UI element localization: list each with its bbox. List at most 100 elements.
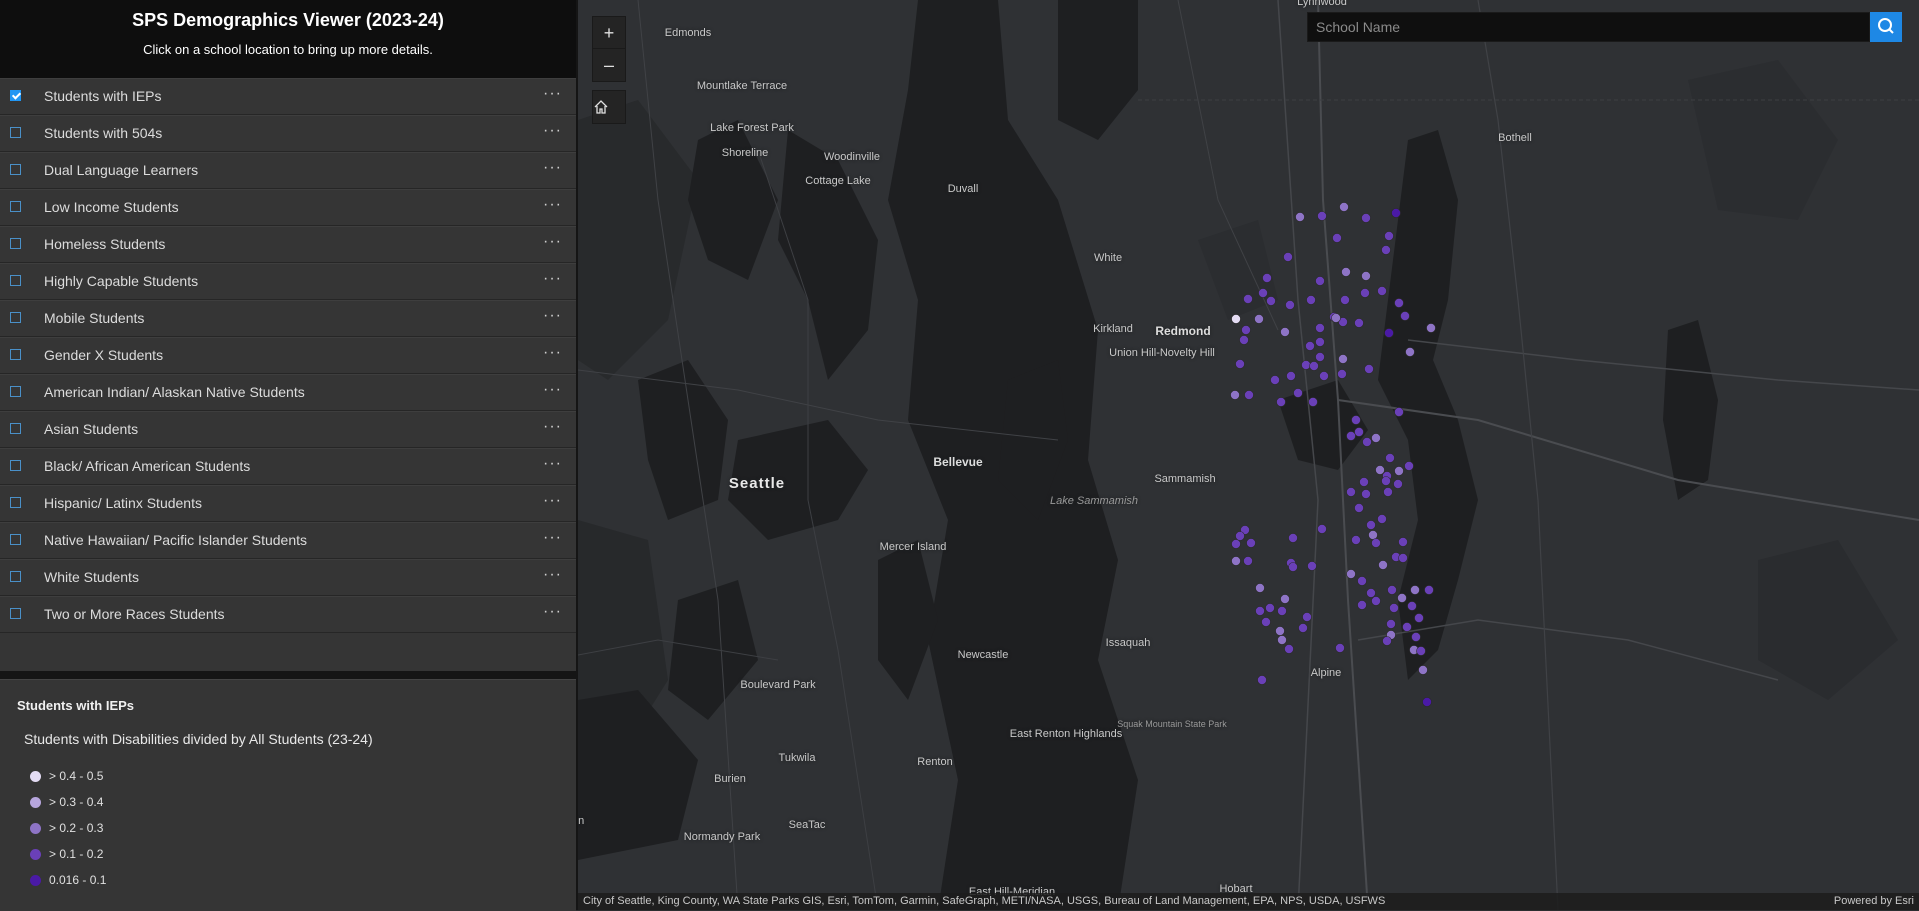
school-marker[interactable] — [1378, 560, 1388, 570]
layer-checkbox[interactable] — [10, 460, 21, 471]
school-marker[interactable] — [1360, 288, 1370, 298]
school-marker[interactable] — [1394, 298, 1404, 308]
school-marker[interactable] — [1277, 606, 1287, 616]
school-marker[interactable] — [1391, 208, 1401, 218]
school-marker[interactable] — [1354, 503, 1364, 513]
school-marker[interactable] — [1368, 530, 1378, 540]
school-marker[interactable] — [1377, 514, 1387, 524]
layer-options-icon[interactable]: ··· — [543, 196, 562, 214]
school-marker[interactable] — [1332, 233, 1342, 243]
school-marker[interactable] — [1398, 537, 1408, 547]
school-marker[interactable] — [1255, 583, 1265, 593]
school-marker[interactable] — [1346, 569, 1356, 579]
layer-options-icon[interactable]: ··· — [543, 85, 562, 103]
layer-row[interactable]: Hispanic/ Latinx Students ··· — [0, 485, 576, 522]
school-marker[interactable] — [1341, 267, 1351, 277]
layer-checkbox[interactable] — [10, 201, 21, 212]
layer-options-icon[interactable]: ··· — [543, 566, 562, 584]
layer-options-icon[interactable]: ··· — [543, 270, 562, 288]
school-marker[interactable] — [1277, 635, 1287, 645]
school-marker[interactable] — [1384, 231, 1394, 241]
school-marker[interactable] — [1244, 390, 1254, 400]
layer-row[interactable]: Native Hawaiian/ Pacific Islander Studen… — [0, 522, 576, 559]
school-marker[interactable] — [1317, 524, 1327, 534]
school-marker[interactable] — [1389, 603, 1399, 613]
zoom-in-button[interactable]: + — [592, 16, 626, 50]
school-marker[interactable] — [1315, 337, 1325, 347]
school-search-input[interactable] — [1307, 12, 1870, 42]
layer-options-icon[interactable]: ··· — [543, 159, 562, 177]
school-marker[interactable] — [1288, 562, 1298, 572]
layer-checkbox[interactable] — [10, 127, 21, 138]
school-marker[interactable] — [1371, 596, 1381, 606]
layer-options-icon[interactable]: ··· — [543, 492, 562, 510]
layer-row[interactable]: Asian Students ··· — [0, 411, 576, 448]
layer-checkbox[interactable] — [10, 164, 21, 175]
layer-checkbox[interactable] — [10, 238, 21, 249]
school-marker[interactable] — [1346, 487, 1356, 497]
school-marker[interactable] — [1400, 311, 1410, 321]
school-marker[interactable] — [1258, 288, 1268, 298]
school-marker[interactable] — [1285, 300, 1295, 310]
school-marker[interactable] — [1262, 273, 1272, 283]
school-marker[interactable] — [1381, 245, 1391, 255]
school-marker[interactable] — [1371, 433, 1381, 443]
school-marker[interactable] — [1239, 335, 1249, 345]
school-marker[interactable] — [1375, 465, 1385, 475]
school-marker[interactable] — [1394, 466, 1404, 476]
layer-row[interactable]: Low Income Students ··· — [0, 189, 576, 226]
layer-row[interactable]: American Indian/ Alaskan Native Students… — [0, 374, 576, 411]
layer-checkbox[interactable] — [10, 275, 21, 286]
layer-row[interactable]: Two or More Races Students ··· — [0, 596, 576, 633]
school-marker[interactable] — [1230, 390, 1240, 400]
layer-checkbox[interactable] — [10, 423, 21, 434]
school-marker[interactable] — [1255, 606, 1265, 616]
school-marker[interactable] — [1295, 212, 1305, 222]
school-marker[interactable] — [1407, 601, 1417, 611]
layer-row[interactable]: Gender X Students ··· — [0, 337, 576, 374]
layer-options-icon[interactable]: ··· — [543, 603, 562, 621]
school-marker[interactable] — [1426, 323, 1436, 333]
school-marker[interactable] — [1261, 617, 1271, 627]
school-marker[interactable] — [1397, 593, 1407, 603]
school-marker[interactable] — [1231, 539, 1241, 549]
powered-by-esri[interactable]: Powered by Esri — [1834, 895, 1914, 907]
layer-row[interactable]: Highly Capable Students ··· — [0, 263, 576, 300]
school-marker[interactable] — [1254, 314, 1264, 324]
school-marker[interactable] — [1414, 613, 1424, 623]
school-marker[interactable] — [1293, 388, 1303, 398]
layer-options-icon[interactable]: ··· — [543, 381, 562, 399]
school-marker[interactable] — [1362, 437, 1372, 447]
map-view[interactable]: Lynnwood Edmonds Bothell Mountlake Terrace L… — [578, 0, 1919, 910]
school-marker[interactable] — [1309, 361, 1319, 371]
school-marker[interactable] — [1354, 318, 1364, 328]
school-marker[interactable] — [1231, 314, 1241, 324]
layer-checkbox[interactable] — [10, 312, 21, 323]
school-marker[interactable] — [1243, 556, 1253, 566]
school-marker[interactable] — [1416, 646, 1426, 656]
school-marker[interactable] — [1265, 603, 1275, 613]
school-marker[interactable] — [1357, 600, 1367, 610]
school-marker[interactable] — [1266, 296, 1276, 306]
school-marker[interactable] — [1411, 632, 1421, 642]
school-marker[interactable] — [1361, 271, 1371, 281]
school-marker[interactable] — [1354, 427, 1364, 437]
home-button[interactable] — [592, 90, 626, 124]
layer-options-icon[interactable]: ··· — [543, 418, 562, 436]
school-marker[interactable] — [1424, 585, 1434, 595]
school-marker[interactable] — [1302, 612, 1312, 622]
layer-row[interactable]: Students with IEPs ··· — [0, 78, 576, 115]
school-marker[interactable] — [1366, 588, 1376, 598]
school-marker[interactable] — [1298, 623, 1308, 633]
layer-checkbox[interactable] — [10, 386, 21, 397]
school-marker[interactable] — [1405, 347, 1415, 357]
layer-row[interactable]: White Students ··· — [0, 559, 576, 596]
school-marker[interactable] — [1257, 675, 1267, 685]
school-marker[interactable] — [1357, 576, 1367, 586]
school-marker[interactable] — [1377, 286, 1387, 296]
layer-row[interactable]: Dual Language Learners ··· — [0, 152, 576, 189]
school-marker[interactable] — [1371, 538, 1381, 548]
layer-checkbox[interactable] — [10, 497, 21, 508]
school-marker[interactable] — [1338, 354, 1348, 364]
layer-row[interactable]: Homeless Students ··· — [0, 226, 576, 263]
